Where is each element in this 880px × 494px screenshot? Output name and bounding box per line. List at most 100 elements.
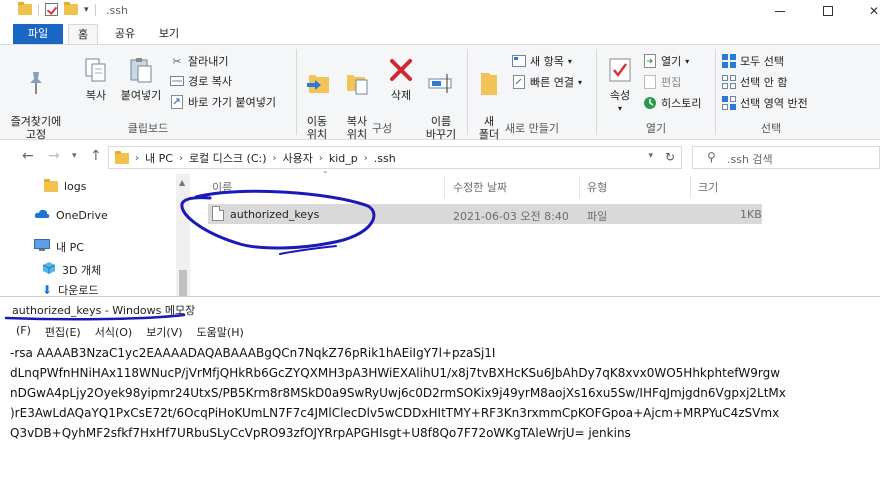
- back-button[interactable]: ←: [22, 148, 34, 164]
- properties-button[interactable]: 속성 ▾: [603, 55, 637, 115]
- select-none-label: 선택 안 함: [740, 76, 788, 89]
- column-header-size[interactable]: 크기: [698, 179, 718, 195]
- breadcrumb-separator[interactable]: ›: [319, 153, 323, 164]
- column-divider[interactable]: [690, 176, 691, 198]
- select-group: 모두 선택 선택 안 함 선택 영역 반전 선택: [716, 45, 826, 140]
- minimize-button[interactable]: [758, 0, 802, 22]
- up-button[interactable]: ↑: [90, 148, 102, 164]
- file-type: 파일: [587, 210, 608, 223]
- toolbar-divider: [94, 3, 96, 16]
- open-button[interactable]: 열기 ▾: [643, 53, 689, 69]
- forward-button[interactable]: →: [48, 148, 60, 164]
- organize-group-label: 구성: [371, 122, 393, 135]
- nav-item-logs[interactable]: logs: [44, 179, 87, 193]
- open-group-label: 열기: [645, 122, 667, 135]
- qat-dropdown-icon[interactable]: ▾: [84, 5, 89, 15]
- text-line: dLnqPWfnHNiHAx118WNucP/jVrMfjQHkRb6GcZYQ…: [10, 366, 781, 380]
- open-label: 열기: [661, 55, 682, 68]
- nav-item-label: logs: [64, 180, 87, 193]
- nav-item-onedrive[interactable]: OneDrive: [34, 209, 108, 222]
- chevron-down-icon: ▾: [567, 56, 572, 66]
- select-none-button[interactable]: 선택 안 함: [722, 74, 787, 90]
- column-header-name[interactable]: 이름: [212, 179, 232, 195]
- column-header-date[interactable]: 수정한 날짜: [453, 179, 507, 195]
- cube-icon: [42, 261, 56, 278]
- copy-button[interactable]: 복사: [76, 55, 116, 102]
- tab-share[interactable]: 공유: [108, 24, 142, 44]
- properties-check-icon[interactable]: [45, 3, 58, 16]
- easy-access-button[interactable]: 빠른 연결 ▾: [512, 74, 582, 90]
- menu-help[interactable]: 도움말(H): [197, 324, 244, 342]
- column-divider[interactable]: [444, 176, 445, 198]
- delete-button[interactable]: 삭제: [383, 55, 419, 102]
- breadcrumb-separator[interactable]: ›: [364, 153, 368, 164]
- breadcrumb-kid-p[interactable]: kid_p: [329, 152, 358, 165]
- column-header-type[interactable]: 유형: [587, 179, 607, 195]
- breadcrumb-separator[interactable]: ›: [273, 153, 277, 164]
- download-arrow-icon: ⬇: [42, 283, 53, 297]
- scrollbar-thumb[interactable]: [179, 270, 187, 296]
- properties-label: 속성: [609, 89, 631, 102]
- copy-path-button[interactable]: 경로 복사: [170, 73, 232, 89]
- text-line: -rsa AAAAB3NzaC1yc2EAAAADAQABAAABgQCn7Nq…: [10, 346, 496, 360]
- search-icon: ⚲: [707, 150, 716, 164]
- rename-icon: [426, 68, 456, 98]
- tab-view[interactable]: 보기: [152, 24, 186, 44]
- chevron-down-icon: ▾: [577, 77, 582, 87]
- new-item-button[interactable]: 새 항목 ▾: [512, 53, 572, 69]
- paste-shortcut-button[interactable]: 바로 가기 붙여넣기: [170, 94, 276, 110]
- notepad-text-area[interactable]: -rsa AAAAB3NzaC1yc2EAAAADAQABAAABgQCn7Nq…: [0, 346, 880, 486]
- notepad-window: authorized_keys - Windows 메모장 (F) 편집(E) …: [0, 296, 880, 494]
- text-line: nDGwA4pLjy2Oyek98yipmr24UtxS/PB5Krm8r8MS…: [10, 386, 786, 400]
- paste-shortcut-icon: [170, 95, 184, 109]
- breadcrumb-this-pc[interactable]: 내 PC: [145, 150, 173, 166]
- breadcrumb-local-disk[interactable]: 로컬 디스크 (C:): [189, 150, 267, 166]
- history-button[interactable]: 히스토리: [643, 95, 701, 111]
- notepad-menu-bar: (F) 편집(E) 서식(O) 보기(V) 도움말(H): [0, 324, 880, 342]
- file-size: 1KB: [740, 208, 762, 221]
- close-icon: ✕: [868, 4, 880, 18]
- breadcrumb-separator[interactable]: ›: [179, 153, 183, 164]
- paste-button[interactable]: 붙여넣기: [116, 55, 166, 102]
- nav-item-3d-objects[interactable]: 3D 개체: [42, 261, 101, 278]
- address-history-dropdown[interactable]: ▾: [648, 151, 653, 161]
- cut-button[interactable]: ✂ 잘라내기: [170, 53, 228, 69]
- menu-file[interactable]: (F): [16, 324, 31, 342]
- edit-button[interactable]: 편집: [643, 74, 681, 90]
- explorer-title-bar: ▾ .ssh ✕: [0, 0, 880, 22]
- close-button[interactable]: ✕: [852, 0, 880, 22]
- cloud-icon: [34, 209, 50, 222]
- clipboard-group-label: 클립보드: [127, 122, 169, 135]
- breadcrumb-ssh[interactable]: .ssh: [374, 152, 396, 165]
- table-row[interactable]: authorized_keys 2021-06-03 오전 8:40 파일 1K…: [208, 204, 762, 224]
- breadcrumb-users[interactable]: 사용자: [283, 150, 313, 166]
- menu-format[interactable]: 서식(O): [95, 324, 132, 342]
- maximize-button[interactable]: [806, 0, 850, 22]
- new-folder-icon: [474, 68, 504, 98]
- file-icon: [212, 206, 224, 221]
- new-folder-icon[interactable]: [64, 2, 78, 15]
- menu-view[interactable]: 보기(V): [146, 324, 182, 342]
- nav-pane-scrollbar[interactable]: ▲: [176, 174, 190, 296]
- file-date: 2021-06-03 오전 8:40: [453, 210, 569, 223]
- toolbar-divider: [38, 3, 39, 16]
- copy-path-icon: [170, 74, 184, 88]
- select-all-button[interactable]: 모두 선택: [722, 53, 784, 69]
- paste-icon: [126, 55, 156, 85]
- invert-selection-button[interactable]: 선택 영역 반전: [722, 95, 808, 111]
- easy-access-label: 빠른 연결: [530, 76, 574, 89]
- refresh-icon[interactable]: ↻: [665, 150, 675, 164]
- tab-home[interactable]: 홈: [68, 24, 98, 44]
- folder-icon: [115, 150, 129, 164]
- menu-edit[interactable]: 편집(E): [45, 324, 81, 342]
- nav-item-this-pc[interactable]: 내 PC: [34, 239, 84, 255]
- tab-file[interactable]: 파일: [13, 24, 63, 44]
- breadcrumb-separator[interactable]: ›: [135, 153, 139, 164]
- column-divider[interactable]: [579, 176, 580, 198]
- scroll-up-icon[interactable]: ▲: [179, 178, 185, 187]
- recent-locations-button[interactable]: ▾: [72, 151, 77, 161]
- search-input[interactable]: ⚲ .ssh 검색: [692, 146, 880, 169]
- address-bar[interactable]: › 내 PC › 로컬 디스크 (C:) › 사용자 › kid_p › .ss…: [108, 146, 682, 169]
- window-title: .ssh: [106, 4, 128, 17]
- text-line: )rE3AwLdAQaYQ1PxCsE72t/6OcqPiHoKUmLN7F7c…: [10, 406, 780, 420]
